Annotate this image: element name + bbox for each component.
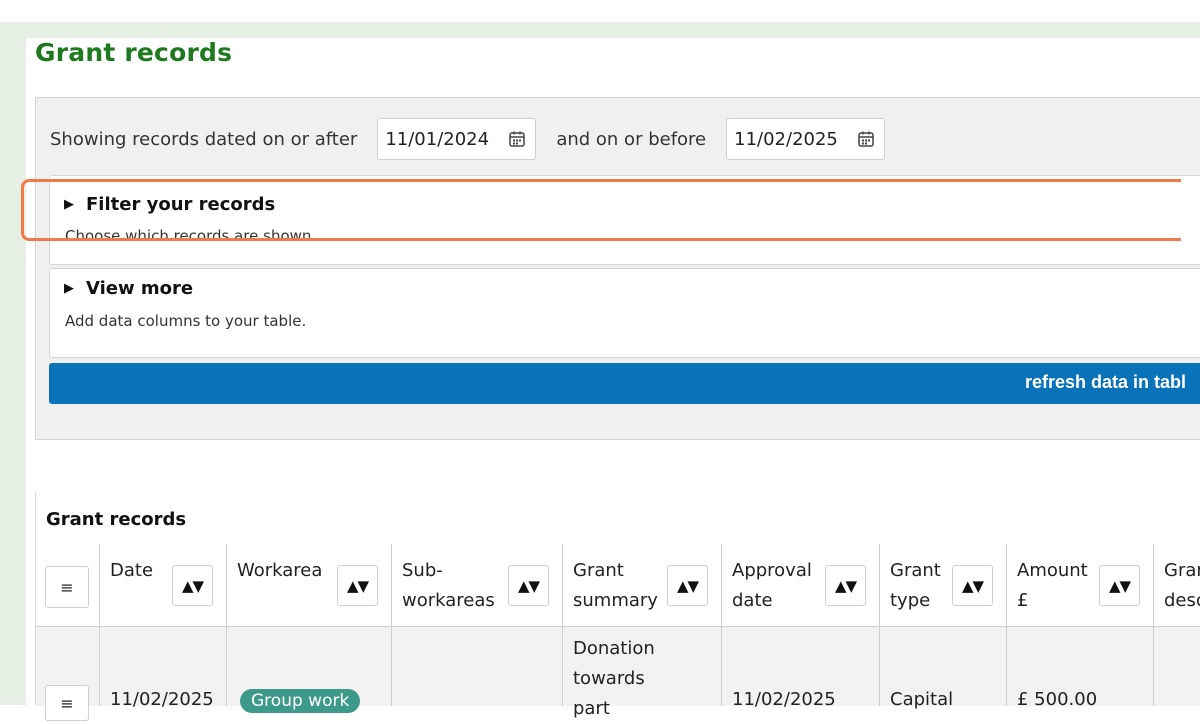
refresh-data-label: refresh data in tabl [1025,372,1187,392]
cell-date: 11/02/2025 [110,689,214,710]
column-label: Date [110,560,154,581]
cell-grant-summary: Donation towards part [573,634,655,724]
column-header: Grant type ▲▼ [880,544,1006,627]
column-label-line: £ [1017,590,1029,611]
sort-subworkareas-button[interactable]: ▲▼ [508,565,549,606]
table-caption: Grant records [46,509,187,530]
column-label-line: workareas [402,590,495,611]
calendar-icon[interactable] [508,130,526,148]
column-label-line: Grant [573,560,624,581]
date-range-row: Showing records dated on or after 11/01/… [50,117,886,161]
column-header: Workarea ▲▼ [227,544,391,627]
workarea-badge: Group work [240,689,361,713]
sort-amount-button[interactable]: ▲▼ [1099,565,1140,606]
column-label-line: date [732,590,773,611]
cell-line: Donation [573,638,655,659]
sort-type-button[interactable]: ▲▼ [952,565,993,606]
table-cell [1154,627,1200,706]
end-date-input[interactable]: 11/02/2025 [726,118,886,160]
sort-approval-button[interactable]: ▲▼ [825,565,866,606]
cell-line: part [573,698,610,719]
date-range-prefix: Showing records dated on or after [50,128,358,150]
column-label-line: desc [1164,590,1200,611]
column-subworkareas: Sub- workareas ▲▼ [392,544,563,706]
column-label: Gran desc [1164,556,1200,616]
view-more-toggle[interactable]: ▶ View more [64,278,193,299]
refresh-data-button[interactable]: refresh data in tabl [49,363,1200,404]
column-header: Approval date ▲▼ [722,544,879,627]
column-label-line: type [890,590,931,611]
column-label: Approval date [732,556,812,616]
column-label-line: Sub- [402,560,443,581]
column-label-line: Grant [890,560,941,581]
row-menu-button[interactable]: ≡ [45,685,89,721]
column-header: Amount £ ▲▼ [1007,544,1153,627]
date-range-middle: and on or before [556,128,707,150]
content-area: Grant records Showing records dated on o… [26,38,1200,721]
grant-records-table: Grant records ≡ ≡ Date ▲▼ 11/02/2025 Wor… [35,492,1200,721]
cell-line: towards [573,668,645,689]
column-header: ≡ [36,544,99,627]
column-approval-date: Approval date ▲▼ 11/02/2025 [722,544,880,710]
cell-approval-date: 11/02/2025 [732,689,836,710]
column-grant-description: Gran desc [1154,544,1200,706]
column-grant-type: Grant type ▲▼ Capital [880,544,1007,710]
view-more-highlight [21,179,1181,241]
caret-right-icon: ▶ [64,281,74,296]
cell-amount: £ 500.00 [1017,689,1098,710]
column-workarea: Workarea ▲▼ Group work [227,544,392,713]
column-label-line: Amount [1017,560,1088,581]
view-more-panel[interactable]: ▶ View more Add data columns to your tab… [49,268,1200,358]
column-menu: ≡ ≡ [36,544,100,721]
column-label: Grant summary [573,556,658,616]
column-amount: Amount £ ▲▼ £ 500.00 [1007,544,1154,710]
view-more-subtitle: Add data columns to your table. [65,312,307,330]
column-date: Date ▲▼ 11/02/2025 [100,544,227,710]
column-header: Gran desc [1154,544,1200,627]
column-label-line: Gran [1164,560,1200,581]
column-label: Workarea [237,560,323,581]
column-label: Grant type [890,556,941,616]
calendar-icon[interactable] [857,130,875,148]
column-grant-summary: Grant summary ▲▼ Donation towards part [563,544,722,719]
column-header: Sub- workareas ▲▼ [392,544,562,627]
sort-summary-button[interactable]: ▲▼ [667,565,708,606]
cell-grant-type: Capital [890,689,954,710]
column-header: Grant summary ▲▼ [563,544,721,627]
start-date-value: 11/01/2024 [385,128,490,150]
table-cell [392,627,562,706]
start-date-input[interactable]: 11/01/2024 [377,118,537,160]
filters-section: Showing records dated on or after 11/01/… [35,97,1200,440]
page-frame: Grant records Showing records dated on o… [0,22,1200,721]
column-menu-button[interactable]: ≡ [45,566,89,608]
sort-workarea-button[interactable]: ▲▼ [337,565,378,606]
end-date-value: 11/02/2025 [734,128,838,150]
top-strip [0,0,1200,23]
column-label: Sub- workareas [402,556,495,616]
column-header: Date ▲▼ [100,544,226,627]
column-label: Amount £ [1017,556,1088,616]
view-more-title: View more [86,278,194,299]
column-label-line: Approval [732,560,812,581]
sort-date-button[interactable]: ▲▼ [172,565,213,606]
column-label-line: summary [573,590,658,611]
page-title: Grant records [35,38,233,67]
